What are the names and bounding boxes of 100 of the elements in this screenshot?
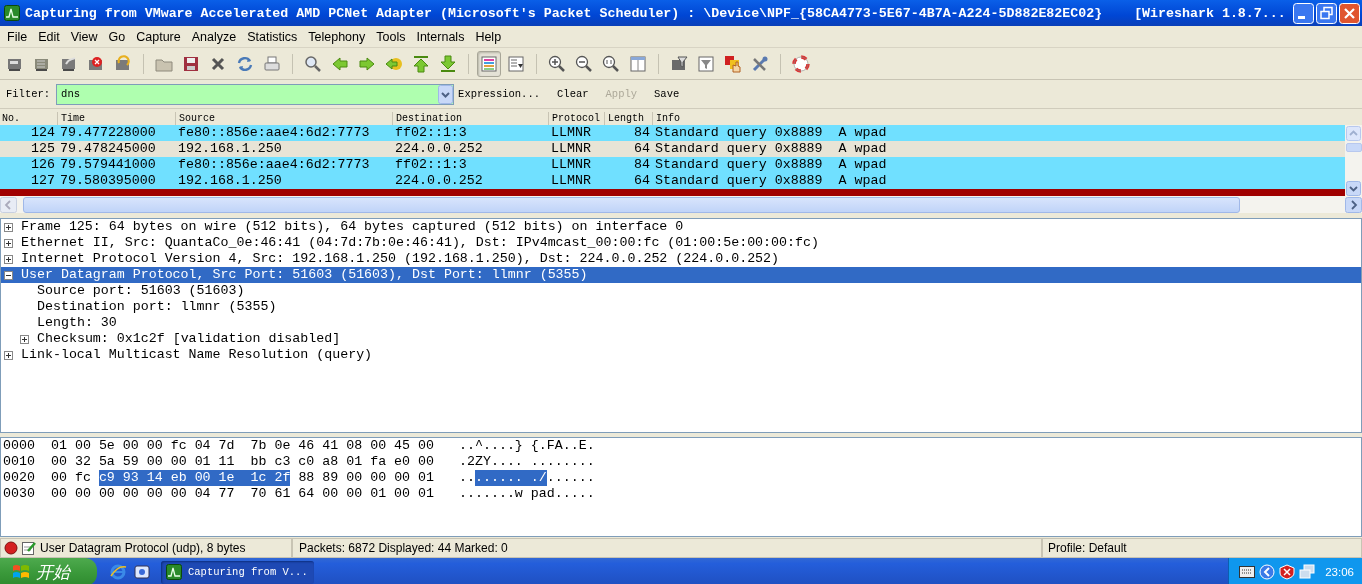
expand-icon[interactable] [4, 222, 13, 232]
hex-bytes[interactable]: 88 89 00 00 00 01 [290, 470, 435, 486]
menu-item[interactable]: Internals [410, 29, 470, 44]
hex-bytes[interactable]: 01 00 5e 00 00 fc 04 7d 7b 0e 46 41 08 00 45 00 [51, 438, 434, 454]
table-cell-text: LLMNR [550, 157, 592, 173]
filter-button[interactable]: Expression... [454, 88, 554, 100]
ascii-text[interactable]: .. [459, 470, 475, 486]
packet-row[interactable]: 125 79.478245000 192.168.1.250 224.0.0.252 LLMNR 64 Standard query 0x8889 A wpad [0, 141, 1345, 157]
table-cell-text: 127 [30, 173, 56, 189]
keyboard-icon[interactable] [1239, 566, 1256, 578]
filter-button[interactable]: Clear [553, 88, 602, 100]
table-cell-text: ff02::1:3 [394, 125, 468, 141]
hex-bytes[interactable]: 00 fc [51, 470, 99, 486]
table-cell-text: 126 [30, 157, 56, 173]
taskbar-button[interactable]: Capturing from V... [161, 560, 314, 584]
ascii-text[interactable]: .2ZY.... ........ [459, 454, 595, 470]
ascii-text[interactable]: ...... ./ [474, 470, 547, 486]
filter-label: Filter: [6, 88, 51, 100]
table-cell-text: 79.477228000 [59, 125, 157, 141]
packet-row[interactable]: 126 79.579441000 fe80::856e:aae4:6d2:7773 ff02::1:3 LLMNR 84 Standard query 0x8889 A wpad [0, 157, 1345, 173]
table-cell-text: LLMNR [550, 141, 592, 157]
table-cell-text: 84 [633, 125, 651, 141]
table-cell-text: 124 [30, 125, 56, 141]
menu-item[interactable]: Go [102, 29, 131, 44]
network-icon[interactable] [1299, 564, 1316, 580]
table-cell-text: 79.579441000 [59, 157, 157, 173]
filter-button[interactable]: Save [650, 88, 693, 100]
scroll-down-icon[interactable] [1346, 181, 1361, 196]
tree-item[interactable]: Ethernet II, Src: QuantaCo_0e:46:41 (04:7d:7b:0e:46:41), Dst: IPv4mcast_00:00:fc (01:00:5e:00:00:fc) [21, 235, 819, 251]
windows-flag-icon [12, 563, 30, 581]
table-cell-text: fe80::856e:aae4:6d2:7773 [177, 157, 371, 173]
tree-item[interactable]: Internet Protocol Version 4, Src: 192.168.1.250 (192.168.1.250), Dst: 224.0.0.252 (224.0.0.252) [21, 251, 780, 267]
status-text: Packets: 6872 Displayed: 44 Marked: 0 [299, 541, 508, 555]
restore-button[interactable] [1316, 2, 1337, 24]
desktop-icon[interactable] [133, 563, 151, 581]
scroll-thumb[interactable] [1345, 143, 1362, 152]
tree-item[interactable]: Frame 125: 64 bytes on wire (512 bits), 64 bytes captured (512 bits) on interface 0 [21, 219, 684, 235]
expand-icon[interactable] [4, 238, 13, 248]
table-cell-text: 192.168.1.250 [177, 141, 283, 157]
ascii-text[interactable]: ..^....} {.FA..E. [459, 438, 595, 454]
packet-row[interactable]: 124 79.477228000 fe80::856e:aae4:6d2:7773 ff02::1:3 LLMNR 84 Standard query 0x8889 A wpad [0, 125, 1345, 141]
byte-offset: 0030 [3, 486, 36, 502]
error-icon[interactable] [4, 541, 18, 555]
table-cell-text: 64 [633, 173, 651, 189]
menu-item[interactable]: File [1, 29, 33, 44]
table-cell-text: ff02::1:3 [394, 157, 468, 173]
filter-field[interactable]: dns [56, 83, 455, 105]
status-text: Profile: Default [1048, 541, 1127, 555]
menu-item[interactable]: Analyze [185, 29, 242, 44]
tree-item[interactable]: Source port: 51603 (51603) [37, 283, 245, 299]
hex-bytes[interactable]: 00 00 00 00 00 00 04 77 70 61 64 00 00 01 00 01 [51, 486, 434, 502]
expand-icon[interactable] [4, 350, 13, 360]
collapse-icon[interactable] [4, 270, 13, 280]
vertical-scrollbar[interactable] [1345, 125, 1362, 196]
menu-item[interactable]: Capture [130, 29, 186, 44]
menu-item[interactable]: Telephony [302, 29, 371, 44]
table-cell-text: LLMNR [550, 125, 592, 141]
table-cell-text: 84 [633, 157, 651, 173]
note-icon[interactable] [21, 540, 37, 556]
tree-item[interactable]: Length: 30 [37, 315, 117, 331]
shield-icon[interactable] [1279, 564, 1296, 580]
menu-item[interactable]: Help [469, 29, 507, 44]
table-cell-text: LLMNR [550, 173, 592, 189]
minimize-button[interactable] [1293, 2, 1314, 24]
clock: 23:06 [1325, 566, 1354, 578]
byte-offset: 0000 [3, 438, 36, 454]
tree-item[interactable]: Link-local Multicast Name Resolution (query) [21, 347, 373, 363]
table-cell-text: 79.580395000 [59, 173, 157, 189]
window-title: Capturing from VMware Accelerated AMD PCNet Adapter (Microsoft's Packet Scheduler) : \Device\NPF_{58CA4773-5E67-4B7A-A224-5D882E82EC02} [Wireshark 1.8.7... [25, 5, 1287, 21]
table-cell-text: Standard query 0x8889 A wpad [654, 157, 888, 173]
close-button[interactable] [1339, 2, 1360, 24]
ascii-text[interactable]: .......w pad..... [459, 486, 595, 502]
expand-icon[interactable] [4, 254, 13, 264]
ascii-text[interactable]: ...... [546, 470, 595, 486]
menu-item[interactable]: Tools [370, 29, 411, 44]
hex-bytes[interactable]: 00 32 5a 59 00 00 01 11 bb c3 c0 a8 01 fa e0 00 [51, 454, 434, 470]
chevron-icon[interactable] [1259, 564, 1276, 580]
dropdown-icon[interactable] [438, 84, 454, 104]
expand-icon[interactable] [20, 334, 29, 344]
packet-row[interactable]: 127 79.580395000 192.168.1.250 224.0.0.252 LLMNR 64 Standard query 0x8889 A wpad [0, 173, 1345, 189]
menu-item[interactable]: View [64, 29, 103, 44]
byte-offset: 0020 [3, 470, 36, 486]
table-cell-text: 224.0.0.252 [394, 173, 484, 189]
table-cell-text: 64 [633, 141, 651, 157]
tree-item[interactable]: Destination port: llmnr (5355) [37, 299, 277, 315]
table-cell-text: 125 [30, 141, 56, 157]
status-text: User Datagram Protocol (udp), 8 bytes [40, 541, 246, 555]
column-header[interactable]: No. [0, 112, 57, 125]
browser-icon[interactable] [109, 563, 127, 581]
menu-item[interactable]: Edit [32, 29, 65, 44]
byte-offset: 0010 [3, 454, 36, 470]
app-icon [4, 5, 20, 21]
app-icon [166, 564, 182, 580]
table-cell-text: Standard query 0x8889 A wpad [654, 173, 888, 189]
tree-item[interactable]: Checksum: 0x1c2f [validation disabled] [37, 331, 341, 347]
start-button[interactable]: 开始 [0, 558, 97, 584]
menu-item[interactable]: Statistics [241, 29, 303, 44]
scroll-right-icon[interactable] [1345, 196, 1362, 213]
table-cell-text: 79.478245000 [59, 141, 157, 157]
hex-bytes[interactable]: c9 93 14 eb 00 1e 1c 2f [98, 470, 291, 486]
